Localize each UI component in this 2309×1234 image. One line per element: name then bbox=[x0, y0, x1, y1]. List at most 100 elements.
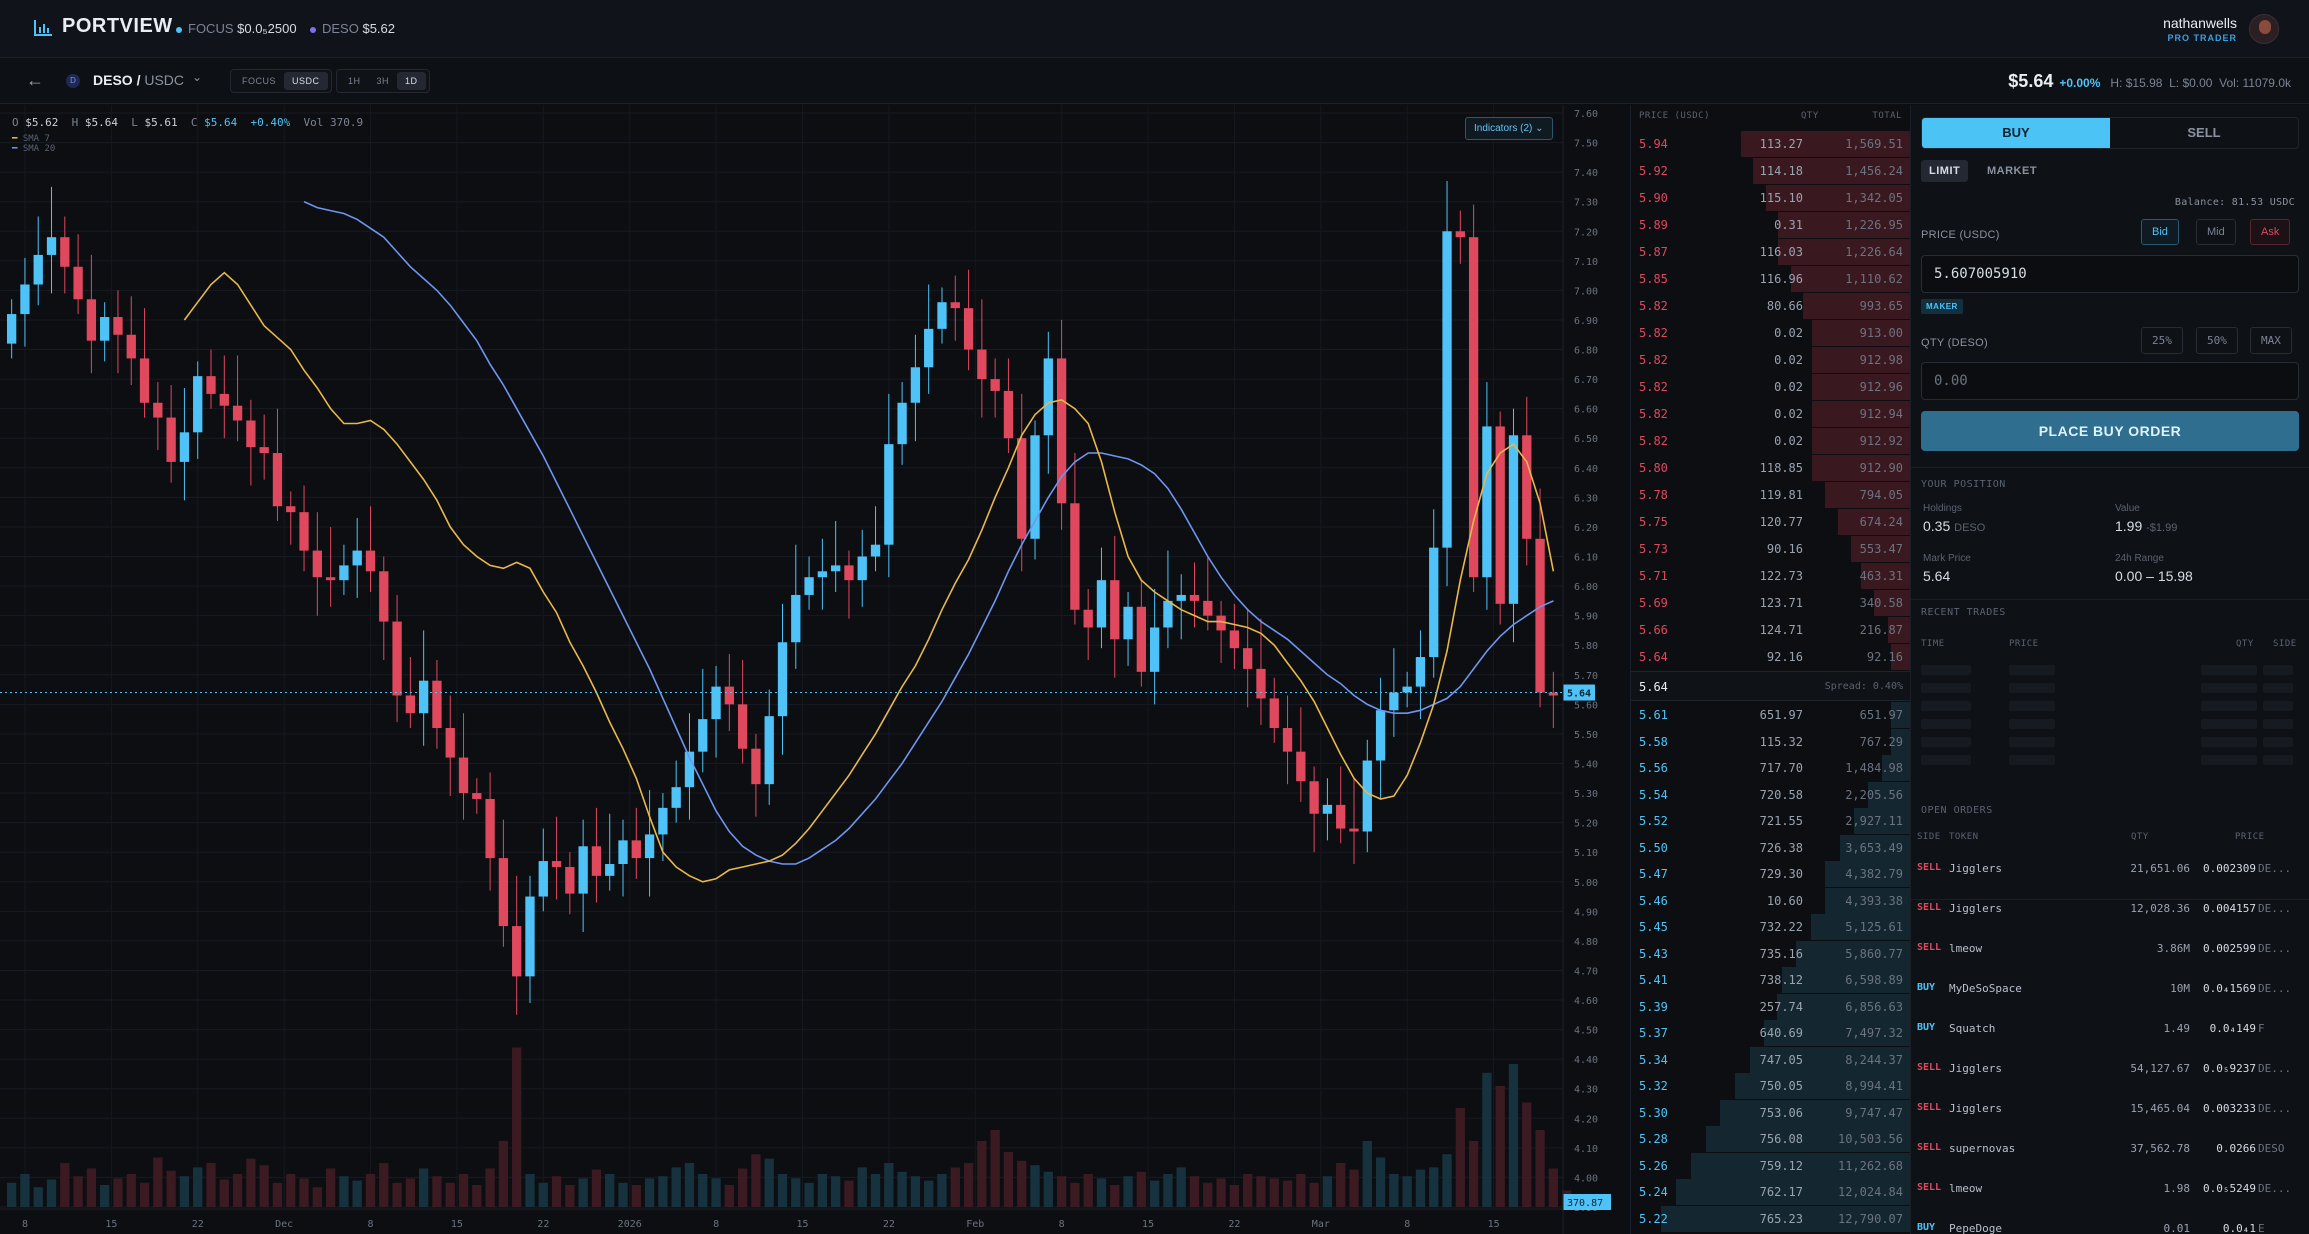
back-arrow-icon[interactable]: ← bbox=[26, 70, 44, 91]
order-price: 0.0₅5249 bbox=[2203, 1182, 2256, 1195]
deso-ticker[interactable]: DESO $5.62 bbox=[310, 21, 395, 36]
qty-input[interactable]: 0.00 bbox=[1921, 362, 2299, 400]
volume-bar bbox=[312, 1187, 322, 1207]
ob-bid-row[interactable]: 5.47 729.30 4,382.79 bbox=[1631, 861, 1911, 887]
mid-price-button[interactable]: Mid bbox=[2196, 219, 2236, 245]
buy-tab[interactable]: BUY bbox=[1922, 118, 2110, 148]
timeframe-1h[interactable]: 1H bbox=[340, 72, 369, 90]
ob-ask-row[interactable]: 5.64 92.16 92.16 bbox=[1631, 644, 1911, 670]
place-order-button[interactable]: PLACE BUY ORDER bbox=[1921, 411, 2299, 451]
ob-bid-row[interactable]: 5.22 765.23 12,790.07 bbox=[1631, 1205, 1911, 1232]
ob-price: 5.82 bbox=[1639, 434, 1668, 448]
ob-ask-row[interactable]: 5.73 90.16 553.47 bbox=[1631, 536, 1911, 562]
ob-bid-row[interactable]: 5.32 750.05 8,994.41 bbox=[1631, 1073, 1911, 1099]
open-order-row[interactable]: BUY PepeDoge 0.01 0.0₄1 E bbox=[1911, 1210, 2309, 1234]
quote-usdc-button[interactable]: USDC bbox=[284, 72, 328, 90]
ob-bid-row[interactable]: 5.34 747.05 8,244.37 bbox=[1631, 1046, 1911, 1073]
ob-price: 5.46 bbox=[1639, 893, 1668, 908]
ob-qty: 124.71 bbox=[1759, 623, 1803, 637]
ob-bid-row[interactable]: 5.56 717.70 1,484.98 bbox=[1631, 755, 1911, 781]
ob-ask-row[interactable]: 5.92 114.18 1,456.24 bbox=[1631, 158, 1911, 184]
timeframe-3h[interactable]: 3H bbox=[369, 72, 398, 90]
ob-bid-row[interactable]: 5.41 738.12 6,598.89 bbox=[1631, 967, 1911, 993]
ob-ask-row[interactable]: 5.90 115.10 1,342.05 bbox=[1631, 185, 1911, 211]
volume-bar bbox=[1482, 1072, 1492, 1207]
ob-ask-row[interactable]: 5.82 0.02 912.96 bbox=[1631, 374, 1911, 400]
y-tick-label: 5.40 bbox=[1574, 759, 1598, 770]
sell-tab[interactable]: SELL bbox=[2110, 118, 2298, 148]
avatar[interactable] bbox=[2249, 14, 2279, 44]
open-order-row[interactable]: SELL Jigglers 12,028.36 0.004157 DE... bbox=[1911, 890, 2309, 930]
ob-bid-row[interactable]: 5.24 762.17 12,024.84 bbox=[1631, 1179, 1911, 1205]
volume-bar bbox=[578, 1178, 588, 1207]
ask-price-button[interactable]: Ask bbox=[2250, 219, 2291, 245]
order-currency: F bbox=[2258, 1022, 2265, 1035]
ob-ask-row[interactable]: 5.80 118.85 912.90 bbox=[1631, 455, 1911, 481]
bid-price-button[interactable]: Bid bbox=[2141, 219, 2179, 245]
ob-bid-row[interactable]: 5.46 10.60 4,393.38 bbox=[1631, 887, 1911, 914]
ob-ask-row[interactable]: 5.82 0.02 912.94 bbox=[1631, 401, 1911, 427]
open-order-row[interactable]: SELL Jigglers 15,465.04 0.003233 DE... bbox=[1911, 1090, 2309, 1130]
qty-max-button[interactable]: MAX bbox=[2250, 327, 2292, 354]
ob-bid-row[interactable]: 5.43 735.16 5,860.77 bbox=[1631, 940, 1911, 967]
x-tick-label: 8 bbox=[713, 1219, 719, 1230]
qty-50-button[interactable]: 50% bbox=[2196, 327, 2238, 354]
app-root: PORTVIEW FOCUS $0.0₅2500 DESO $5.62 nath… bbox=[0, 0, 2309, 1234]
ob-total: 92.16 bbox=[1866, 650, 1903, 664]
open-order-row[interactable]: SELL Jigglers 21,651.06 0.002309 DE... bbox=[1911, 850, 2309, 890]
focus-ticker[interactable]: FOCUS $0.0₅2500 bbox=[176, 21, 297, 36]
ob-ask-row[interactable]: 5.71 122.73 463.31 bbox=[1631, 563, 1911, 589]
chevron-down-icon[interactable]: ⌄ bbox=[192, 70, 202, 84]
ob-ask-row[interactable]: 5.78 119.81 794.05 bbox=[1631, 482, 1911, 508]
ob-bid-row[interactable]: 5.30 753.06 9,747.47 bbox=[1631, 1099, 1911, 1126]
ob-price: 5.64 bbox=[1639, 650, 1668, 664]
ob-qty: 92.16 bbox=[1766, 650, 1803, 664]
open-order-row[interactable]: BUY MyDeSoSpace 10M 0.0₄1569 DE... bbox=[1911, 970, 2309, 1010]
ob-ask-row[interactable]: 5.75 120.77 674.24 bbox=[1631, 509, 1911, 535]
ob-ask-row[interactable]: 5.82 0.02 912.92 bbox=[1631, 428, 1911, 454]
ob-bid-row[interactable]: 5.61 651.97 651.97 bbox=[1631, 702, 1911, 728]
open-order-row[interactable]: SELL Jigglers 54,127.67 0.0₅9237 DE... bbox=[1911, 1050, 2309, 1090]
limit-tab[interactable]: LIMIT bbox=[1921, 160, 1969, 182]
price-input[interactable]: 5.607005910 bbox=[1921, 255, 2299, 293]
open-order-row[interactable]: SELL supernovas 37,562.78 0.0266 DESO bbox=[1911, 1130, 2309, 1170]
open-order-row[interactable]: SELL lmeow 3.86M 0.002599 DE... bbox=[1911, 930, 2309, 970]
chart-svg[interactable]: 7.60 7.50 7.40 7.30 7.20 7.10 7.00 6.90 6.80 6.70… bbox=[0, 105, 1630, 1234]
ob-ask-row[interactable]: 5.66 124.71 216.87 bbox=[1631, 617, 1911, 643]
volume-bar bbox=[60, 1163, 70, 1207]
ob-bid-row[interactable]: 5.54 720.58 2,205.56 bbox=[1631, 781, 1911, 808]
ob-ask-row[interactable]: 5.69 123.71 340.58 bbox=[1631, 590, 1911, 616]
open-order-row[interactable]: SELL lmeow 1.98 0.0₅5249 DE... bbox=[1911, 1170, 2309, 1210]
ob-ask-row[interactable]: 5.82 0.02 913.00 bbox=[1631, 320, 1911, 346]
ob-ask-row[interactable]: 5.89 0.31 1,226.95 bbox=[1631, 212, 1911, 238]
qty-25-button[interactable]: 25% bbox=[2141, 327, 2183, 354]
x-tick-label: 22 bbox=[192, 1219, 204, 1230]
open-order-row[interactable]: BUY Squatch 1.49 0.0₄149 F bbox=[1911, 1010, 2309, 1050]
ob-bid-row[interactable]: 5.37 640.69 7,497.32 bbox=[1631, 1020, 1911, 1046]
ob-price: 5.61 bbox=[1639, 708, 1668, 722]
ob-bid-row[interactable]: 5.28 756.08 10,503.56 bbox=[1631, 1126, 1911, 1152]
ob-ask-row[interactable]: 5.82 0.02 912.98 bbox=[1631, 347, 1911, 373]
ob-ask-row[interactable]: 5.87 116.03 1,226.64 bbox=[1631, 239, 1911, 265]
ob-qty: 759.12 bbox=[1759, 1158, 1803, 1173]
candle-body bbox=[1309, 781, 1319, 814]
volume-bar bbox=[232, 1174, 243, 1207]
ob-ask-row[interactable]: 5.85 116.96 1,110.62 bbox=[1631, 266, 1911, 292]
ob-ask-row[interactable]: 5.82 80.66 993.65 bbox=[1631, 293, 1911, 319]
pair-selector[interactable]: DESO / USDC bbox=[93, 72, 184, 88]
ob-bid-row[interactable]: 5.39 257.74 6,856.63 bbox=[1631, 993, 1911, 1020]
ohlc-volume: 370.9 bbox=[330, 116, 364, 129]
indicators-button[interactable]: Indicators (2) ⌄ bbox=[1465, 117, 1553, 140]
market-tab[interactable]: MARKET bbox=[1979, 160, 2045, 182]
ob-bid-row[interactable]: 5.50 726.38 3,653.49 bbox=[1631, 834, 1911, 861]
ob-bid-row[interactable]: 5.52 721.55 2,927.11 bbox=[1631, 808, 1911, 834]
ob-ask-row[interactable]: 5.94 113.27 1,569.51 bbox=[1631, 131, 1911, 157]
timeframe-1d[interactable]: 1D bbox=[397, 72, 426, 90]
price-chart[interactable]: 7.60 7.50 7.40 7.30 7.20 7.10 7.00 6.90 6.80 6.70… bbox=[0, 105, 1630, 1234]
ob-bid-row[interactable]: 5.26 759.12 11,262.68 bbox=[1631, 1152, 1911, 1179]
y-tick-label: 6.70 bbox=[1574, 375, 1598, 386]
ob-bid-row[interactable]: 5.45 732.22 5,125.61 bbox=[1631, 914, 1911, 940]
ob-bid-row[interactable]: 5.58 115.32 767.29 bbox=[1631, 728, 1911, 755]
user-menu[interactable]: nathanwells PRO TRADER bbox=[2163, 15, 2237, 43]
quote-focus-button[interactable]: FOCUS bbox=[234, 72, 284, 90]
